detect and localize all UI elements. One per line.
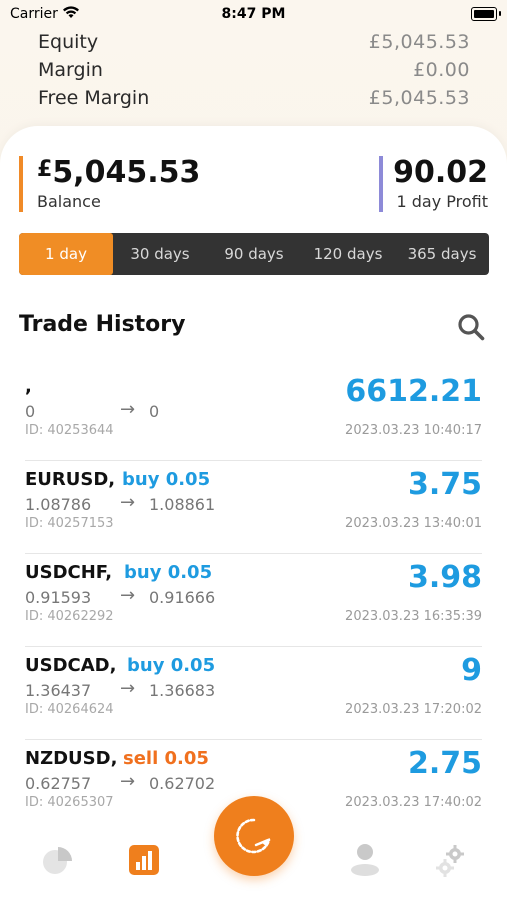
equity-value: £5,045.53 xyxy=(368,31,470,53)
margin-row: Margin £0.00 xyxy=(38,56,470,84)
trade-open-price: 0.62757 xyxy=(25,774,92,793)
trade-open-price: 1.36437 xyxy=(25,681,92,700)
trade-id: ID: 40262292 xyxy=(25,609,114,624)
arrow-right-icon: → xyxy=(120,399,136,420)
trade-symbol: NZDUSD, xyxy=(25,748,118,769)
profit-value: 90.02 xyxy=(393,155,488,190)
status-bar: Carrier 8:47 PM xyxy=(0,0,507,28)
trade-symbol: USDCHF, xyxy=(25,562,113,583)
trade-profit: 9 xyxy=(461,653,482,688)
trade-side: buy 0.05 xyxy=(127,655,216,676)
trade-side: sell 0.05 xyxy=(123,748,209,769)
margin-value: £0.00 xyxy=(413,59,470,81)
free-margin-row: Free Margin £5,045.53 xyxy=(38,84,470,112)
equity-label: Equity xyxy=(38,31,99,53)
search-icon[interactable] xyxy=(457,313,485,341)
balance-currency: £ xyxy=(37,157,53,182)
refresh-icon xyxy=(236,818,271,854)
clock: 8:47 PM xyxy=(221,6,286,22)
trade-open-price: 0.91593 xyxy=(25,588,92,607)
battery-icon xyxy=(471,7,497,21)
trade-profit: 3.98 xyxy=(407,560,482,595)
range-tabs: 1 day 30 days 90 days 120 days 365 days xyxy=(19,233,489,275)
trade-time: 2023.03.23 17:20:02 xyxy=(345,702,482,717)
profit-label: 1 day Profit xyxy=(396,192,488,211)
arrow-right-icon: → xyxy=(120,678,136,699)
trade-close-price: 0.62702 xyxy=(149,774,216,793)
tab-90-days[interactable]: 90 days xyxy=(207,233,301,275)
trade-side: buy 0.05 xyxy=(124,562,213,583)
trade-id: ID: 40257153 xyxy=(25,516,114,531)
tab-365-days[interactable]: 365 days xyxy=(395,233,489,275)
free-margin-label: Free Margin xyxy=(38,87,150,109)
trade-close-price: 0.91666 xyxy=(149,588,216,607)
trade-list: , 0 → 0 ID: 40253644 6612.21 2023.03.23 … xyxy=(0,368,507,832)
trade-close-price: 1.36683 xyxy=(149,681,216,700)
bar-chart-icon[interactable] xyxy=(128,844,160,880)
trade-row[interactable]: USDCAD, buy 0.05 1.36437 → 1.36683 ID: 4… xyxy=(25,647,482,740)
trade-close-price: 1.08861 xyxy=(149,495,216,514)
trade-id: ID: 40253644 xyxy=(25,423,114,438)
balance-stat: £5,045.53 Balance xyxy=(19,156,200,212)
trade-side: buy 0.05 xyxy=(122,469,211,490)
tab-1-day[interactable]: 1 day xyxy=(19,233,113,275)
refresh-button[interactable] xyxy=(214,796,294,876)
trade-symbol: , xyxy=(25,376,32,397)
trade-profit: 3.75 xyxy=(407,467,482,502)
trade-symbol: USDCAD, xyxy=(25,655,117,676)
tab-120-days[interactable]: 120 days xyxy=(301,233,395,275)
trade-symbol: EURUSD, xyxy=(25,469,116,490)
arrow-right-icon: → xyxy=(120,492,136,513)
trade-open-price: 0 xyxy=(25,402,36,421)
trade-close-price: 0 xyxy=(149,402,160,421)
account-summary: Equity £5,045.53 Margin £0.00 Free Margi… xyxy=(38,28,470,112)
trade-history-title: Trade History xyxy=(19,312,186,337)
balance-amount: £5,045.53 xyxy=(37,156,200,190)
profit-stat: 90.02 1 day Profit xyxy=(379,156,488,212)
tab-30-days[interactable]: 30 days xyxy=(113,233,207,275)
balance-value: 5,045.53 xyxy=(52,155,201,190)
equity-row: Equity £5,045.53 xyxy=(38,28,470,56)
trade-time: 2023.03.23 16:35:39 xyxy=(345,609,482,624)
trade-open-price: 1.08786 xyxy=(25,495,92,514)
battery-tip xyxy=(499,11,501,16)
trade-time: 2023.03.23 10:40:17 xyxy=(345,423,482,438)
pie-chart-icon[interactable] xyxy=(42,844,74,880)
trade-row[interactable]: USDCHF, buy 0.05 0.91593 → 0.91666 ID: 4… xyxy=(25,554,482,647)
trade-profit: 2.75 xyxy=(407,746,482,781)
trade-profit: 6612.21 xyxy=(345,374,482,409)
trade-time: 2023.03.23 13:40:01 xyxy=(345,516,482,531)
trade-row[interactable]: , 0 → 0 ID: 40253644 6612.21 2023.03.23 … xyxy=(25,368,482,461)
trade-id: ID: 40264624 xyxy=(25,702,114,717)
free-margin-value: £5,045.53 xyxy=(368,87,470,109)
settings-icon[interactable] xyxy=(435,844,469,882)
trade-row[interactable]: EURUSD, buy 0.05 1.08786 → 1.08861 ID: 4… xyxy=(25,461,482,554)
margin-label: Margin xyxy=(38,59,103,81)
arrow-right-icon: → xyxy=(120,771,136,792)
user-icon[interactable] xyxy=(350,842,380,880)
balance-label: Balance xyxy=(37,192,101,211)
arrow-right-icon: → xyxy=(120,585,136,606)
